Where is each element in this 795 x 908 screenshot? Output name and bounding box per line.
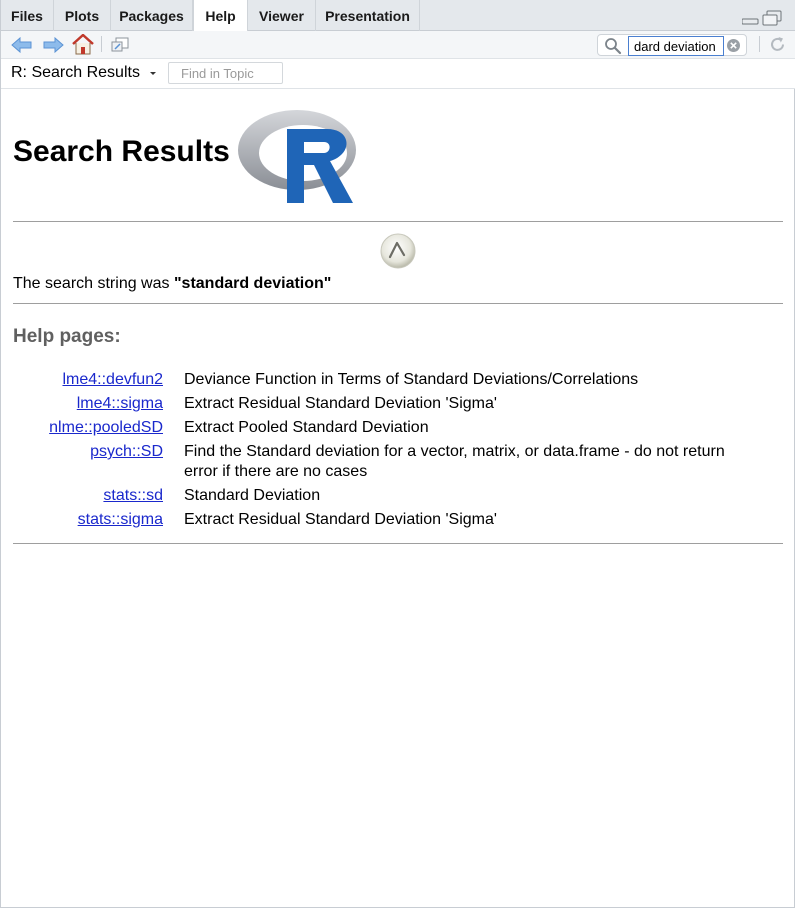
result-link[interactable]: stats::sigma bbox=[78, 511, 163, 528]
results-table: lme4::devfun2 Deviance Function in Terms… bbox=[13, 370, 762, 534]
topic-bar: R: Search Results bbox=[1, 59, 795, 89]
result-description: Find the Standard deviation for a vector… bbox=[184, 443, 725, 480]
minimize-icon[interactable] bbox=[741, 18, 759, 25]
result-link[interactable]: nlme::pooledSD bbox=[49, 419, 163, 436]
result-description: Extract Residual Standard Deviation 'Sig… bbox=[184, 511, 497, 528]
search-string-line: The search string was "standard deviatio… bbox=[13, 275, 331, 293]
search-icon bbox=[605, 38, 622, 55]
back-arrow-icon[interactable] bbox=[11, 37, 33, 53]
table-row: nlme::pooledSD Extract Pooled Standard D… bbox=[13, 418, 762, 442]
help-search-box bbox=[597, 34, 747, 56]
result-description: Standard Deviation bbox=[184, 487, 321, 504]
maximize-icon[interactable] bbox=[762, 10, 782, 26]
tab-presentation[interactable]: Presentation bbox=[316, 0, 420, 31]
result-link[interactable]: lme4::devfun2 bbox=[62, 371, 163, 388]
tab-packages[interactable]: Packages bbox=[111, 0, 193, 31]
result-link[interactable]: psych::SD bbox=[90, 443, 163, 460]
result-description: Extract Pooled Standard Deviation bbox=[184, 419, 429, 436]
help-toolbar bbox=[1, 31, 795, 59]
divider bbox=[13, 543, 783, 544]
pane-tab-bar: Files Plots Packages Help Viewer Present… bbox=[1, 0, 795, 32]
refresh-icon[interactable] bbox=[768, 35, 787, 54]
tab-plots[interactable]: Plots bbox=[54, 0, 111, 31]
search-string-prefix: The search string was bbox=[13, 275, 174, 292]
clear-search-icon[interactable] bbox=[726, 38, 741, 53]
table-row: stats::sd Standard Deviation bbox=[13, 486, 762, 510]
r-logo bbox=[238, 110, 356, 203]
table-row: lme4::devfun2 Deviance Function in Terms… bbox=[13, 370, 762, 394]
tab-help[interactable]: Help bbox=[193, 0, 248, 32]
topic-dropdown[interactable]: R: Search Results bbox=[11, 64, 158, 82]
loading-spinner-icon bbox=[380, 233, 416, 269]
result-description: Deviance Function in Terms of Standard D… bbox=[184, 371, 639, 388]
result-description: Extract Residual Standard Deviation 'Sig… bbox=[184, 395, 497, 412]
divider bbox=[13, 303, 783, 304]
find-in-topic-input[interactable] bbox=[168, 62, 283, 84]
result-link[interactable]: stats::sd bbox=[103, 487, 163, 504]
search-string-value: "standard deviation" bbox=[173, 275, 332, 292]
show-in-window-icon[interactable] bbox=[110, 37, 130, 53]
table-row: lme4::sigma Extract Residual Standard De… bbox=[13, 394, 762, 418]
dropdown-caret-icon bbox=[150, 71, 157, 75]
page-title: Search Results bbox=[13, 135, 230, 168]
toolbar-separator bbox=[759, 36, 760, 52]
help-search-input[interactable] bbox=[628, 36, 724, 56]
help-pane: Files Plots Packages Help Viewer Present… bbox=[0, 0, 795, 908]
table-row: stats::sigma Extract Residual Standard D… bbox=[13, 510, 762, 534]
toolbar-separator bbox=[101, 36, 102, 52]
result-link[interactable]: lme4::sigma bbox=[77, 395, 163, 412]
topic-title: R: Search Results bbox=[11, 64, 140, 81]
tab-viewer[interactable]: Viewer bbox=[248, 0, 316, 31]
home-icon[interactable] bbox=[71, 34, 95, 55]
table-row: psych::SD Find the Standard deviation fo… bbox=[13, 442, 762, 486]
divider bbox=[13, 221, 783, 222]
help-pages-heading: Help pages: bbox=[13, 326, 121, 347]
pane-window-controls bbox=[741, 9, 784, 27]
forward-arrow-icon[interactable] bbox=[42, 37, 64, 53]
tab-files[interactable]: Files bbox=[1, 0, 54, 31]
